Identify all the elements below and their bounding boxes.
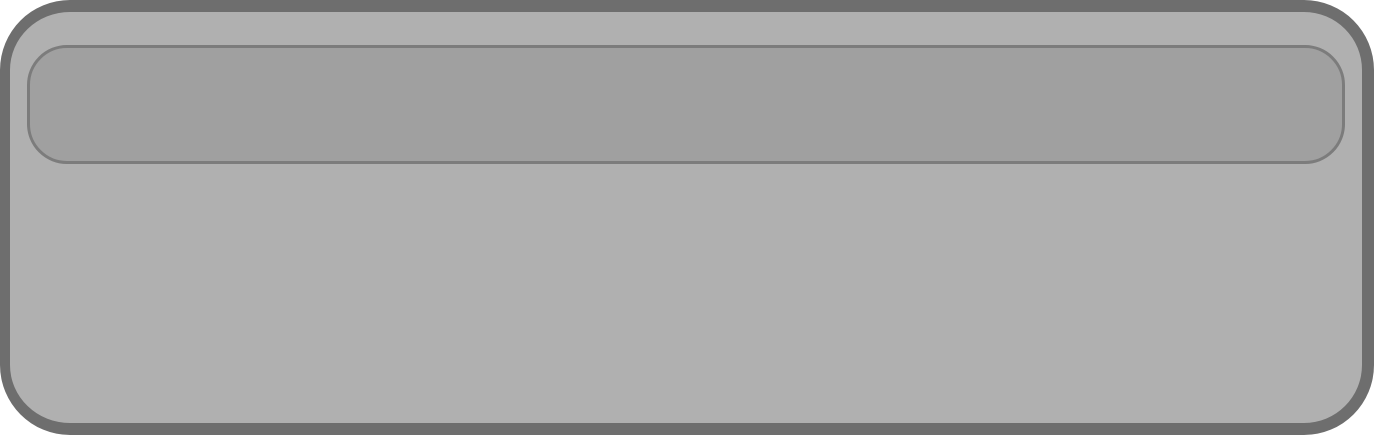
rounded-field-bar[interactable] <box>27 45 1345 164</box>
rounded-panel <box>0 0 1374 435</box>
